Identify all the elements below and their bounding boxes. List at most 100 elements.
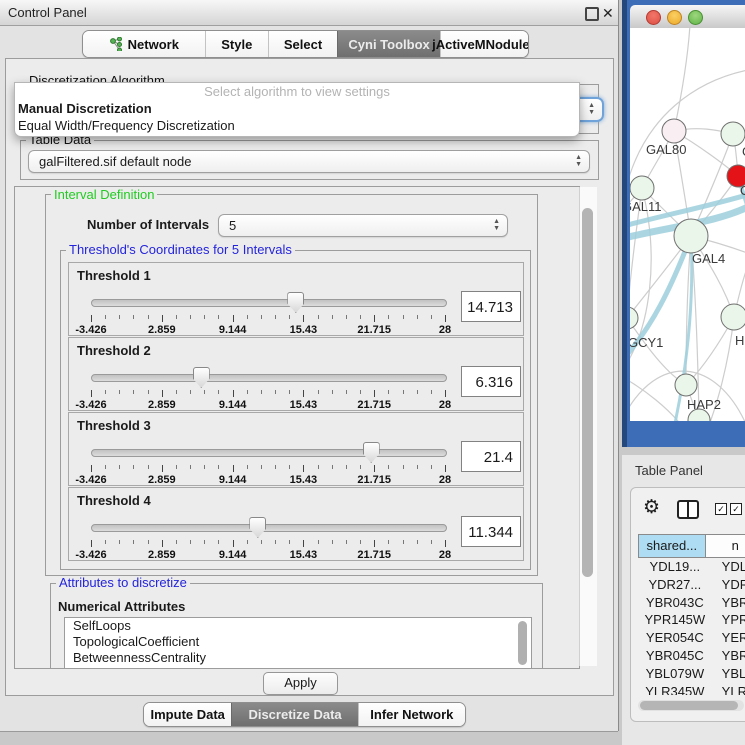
cell-shared-name[interactable]: YPR145W [638, 611, 712, 629]
threshold-value-field[interactable]: 21.4 [461, 441, 521, 472]
stepper-arrows-icon: ▲▼ [575, 154, 582, 168]
table-row[interactable]: YBR043CYBR0 [638, 594, 745, 612]
network-node-h[interactable] [721, 304, 745, 330]
tick-label: 15.43 [290, 474, 318, 486]
attribute-list-item[interactable]: TopologicalCoefficient [65, 634, 531, 650]
network-node-gal4[interactable] [674, 219, 708, 253]
tab-discretize-data[interactable]: Discretize Data [231, 703, 357, 726]
network-node-ga[interactable] [721, 122, 745, 146]
tick-mark [332, 315, 333, 319]
numerical-attributes-list[interactable]: SelfLoopsTopologicalCoefficientBetweenne… [64, 617, 532, 669]
horizontal-scrollbar-thumb[interactable] [640, 701, 738, 710]
tick-mark [289, 315, 290, 319]
slider-thumb[interactable] [193, 367, 210, 388]
close-traffic-light-icon[interactable] [646, 10, 661, 25]
slider-ticks [91, 465, 445, 473]
table-row[interactable]: YBR045CYBR0 [638, 647, 745, 665]
tick-mark [119, 390, 120, 394]
table-row[interactable]: YBL079WYBL0 [638, 665, 745, 683]
cell-name[interactable]: YLR3 [712, 683, 745, 695]
network-node-label: GAL80 [646, 142, 686, 157]
tick-mark [303, 540, 304, 547]
tick-mark [346, 540, 347, 544]
tick-mark [91, 315, 92, 322]
cell-name[interactable]: YBL0 [712, 665, 745, 683]
network-node-hap2[interactable] [675, 374, 697, 396]
slider-track[interactable] [91, 524, 447, 532]
cell-name[interactable]: YDL1 [712, 558, 745, 576]
vertical-scrollbar-thumb[interactable] [582, 208, 593, 577]
network-node-gal11[interactable] [630, 176, 654, 200]
table-data-select[interactable]: galFiltered.sif default node ▲▼ [28, 150, 590, 173]
list-scrollbar-thumb[interactable] [518, 621, 527, 665]
cell-shared-name[interactable]: YDR27... [638, 576, 712, 594]
cell-name[interactable]: YPR1 [712, 611, 745, 629]
tab-select[interactable]: Select [268, 31, 337, 57]
bottom-tab-bar: Impute Data Discretize Data Infer Networ… [143, 702, 466, 727]
tab-cyni-toolbox[interactable]: Cyni Toolbox [337, 31, 440, 57]
apply-button[interactable]: Apply [263, 672, 338, 695]
table-row[interactable]: YDL19...YDL1 [638, 558, 745, 576]
gear-icon[interactable]: ⚙ [643, 496, 660, 519]
algorithm-option-equal-width[interactable]: Equal Width/Frequency Discretization [15, 117, 579, 134]
column-header-name[interactable]: n [706, 535, 745, 557]
columns-icon[interactable] [677, 500, 699, 519]
table-row[interactable]: YDR27...YDR2 [638, 576, 745, 594]
network-canvas[interactable]: GAL80GACGAL11GAL4GCY1HHAP2 [630, 28, 745, 421]
checkbox-icon[interactable]: ✓ [715, 503, 727, 515]
tab-style[interactable]: Style [205, 31, 268, 57]
zoom-traffic-light-icon[interactable] [688, 10, 703, 25]
horizontal-scrollbar[interactable] [638, 700, 744, 711]
network-window-titlebar[interactable] [630, 5, 745, 29]
cell-shared-name[interactable]: YBR045C [638, 647, 712, 665]
tick-label: 2.859 [148, 549, 176, 561]
slider-track[interactable] [91, 299, 447, 307]
attribute-list-item[interactable]: BetweennessCentrality [65, 650, 531, 666]
tab-impute-data[interactable]: Impute Data [144, 703, 231, 726]
tab-network[interactable]: Network [83, 31, 205, 57]
slider-track[interactable] [91, 449, 447, 457]
tick-mark [388, 390, 389, 394]
tab-label: Style [221, 37, 252, 52]
cell-name[interactable]: YER0 [712, 629, 745, 647]
algorithm-option-placeholder[interactable]: Select algorithm to view settings [15, 83, 579, 100]
minimize-traffic-light-icon[interactable] [667, 10, 682, 25]
undock-icon[interactable] [585, 7, 599, 21]
threshold-value-field[interactable]: 11.344 [461, 516, 521, 547]
tick-mark [218, 540, 219, 544]
cell-name[interactable]: YDR2 [712, 576, 745, 594]
close-icon[interactable]: ✕ [602, 4, 614, 22]
cell-shared-name[interactable]: YBR043C [638, 594, 712, 612]
cell-name[interactable]: YBR0 [712, 647, 745, 665]
table-row[interactable]: YER054CYER0 [638, 629, 745, 647]
threshold-value-field[interactable]: 14.713 [461, 291, 521, 322]
slider-thumb[interactable] [249, 517, 266, 538]
tick-mark [403, 465, 404, 469]
slider-thumb[interactable] [363, 442, 380, 463]
threshold-value-field[interactable]: 6.316 [461, 366, 521, 397]
column-header-shared-name[interactable]: shared... [638, 535, 706, 557]
network-node-gcy1[interactable] [630, 307, 638, 329]
tab-infer-network[interactable]: Infer Network [358, 703, 465, 726]
tick-mark [176, 315, 177, 319]
slider-thumb[interactable] [287, 292, 304, 313]
network-node-gal80[interactable] [662, 119, 686, 143]
table-row[interactable]: YLR345WYLR3 [638, 683, 745, 695]
table-row[interactable]: YPR145WYPR1 [638, 611, 745, 629]
algorithm-option-manual[interactable]: Manual Discretization [15, 100, 579, 117]
tab-jactivemnodules[interactable]: jActiveMNodules [440, 31, 528, 57]
attribute-list-item[interactable]: SelfLoops [65, 618, 531, 634]
slider-track[interactable] [91, 374, 447, 382]
slider-tick-labels: -3.4262.8599.14415.4321.71528 [91, 474, 445, 486]
number-of-intervals-select[interactable]: 5 ▲▼ [218, 214, 508, 237]
cell-shared-name[interactable]: YBL079W [638, 665, 712, 683]
cell-shared-name[interactable]: YDL19... [638, 558, 712, 576]
network-edge [630, 378, 682, 421]
checkbox-icon[interactable]: ✓ [730, 503, 742, 515]
cell-name[interactable]: YBR0 [712, 594, 745, 612]
numerical-attributes-label: Numerical Attributes [58, 599, 185, 614]
cell-shared-name[interactable]: YER054C [638, 629, 712, 647]
tick-mark [233, 315, 234, 322]
tick-mark [388, 465, 389, 469]
cell-shared-name[interactable]: YLR345W [638, 683, 712, 695]
